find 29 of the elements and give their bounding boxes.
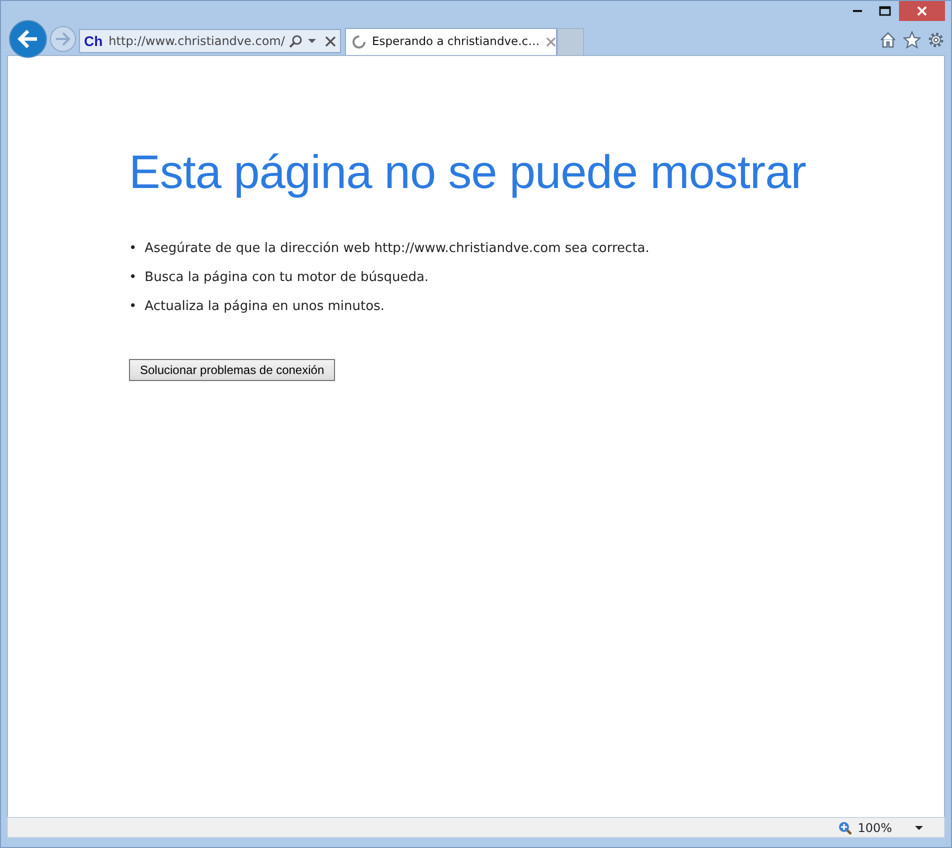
favorites-star-icon[interactable] xyxy=(903,31,921,49)
settings-icon[interactable] xyxy=(927,31,945,49)
forward-arrow-icon xyxy=(55,32,71,46)
zoom-level[interactable]: 100% xyxy=(858,818,892,836)
suggestion-text: Actualiza la página en unos minutos. xyxy=(144,298,384,316)
minimize-icon xyxy=(852,10,862,12)
search-icon[interactable] xyxy=(289,34,303,48)
close-tab-icon[interactable] xyxy=(546,37,556,47)
back-button[interactable] xyxy=(9,20,47,58)
error-heading: Esta página no se puede mostrar xyxy=(129,144,807,200)
suggestion-text: Busca la página con tu motor de búsqueda. xyxy=(144,269,429,288)
stop-icon[interactable] xyxy=(325,36,336,46)
home-icon[interactable] xyxy=(879,31,897,49)
url-text: http://www.christiandve.com/ xyxy=(108,33,286,50)
close-button[interactable] xyxy=(899,1,945,21)
dropdown-icon[interactable] xyxy=(914,824,924,832)
close-icon xyxy=(917,6,927,16)
maximize-icon xyxy=(879,6,891,16)
zoom-icon[interactable] xyxy=(838,820,852,834)
site-favicon: Ch xyxy=(84,32,103,50)
troubleshoot-button[interactable]: Solucionar problemas de conexión xyxy=(129,359,336,382)
dropdown-icon[interactable] xyxy=(307,37,317,45)
browser-tab[interactable]: Esperando a christiandve.c… xyxy=(345,28,557,55)
bullet: • xyxy=(129,298,137,316)
address-bar[interactable]: Ch http://www.christiandve.com/ xyxy=(79,29,341,53)
suggestion-text: Asegúrate de que la dirección web http://www.christiandve.com sea correcta. xyxy=(144,240,650,258)
bullet: • xyxy=(129,240,137,258)
back-arrow-icon xyxy=(17,29,39,49)
bullet: • xyxy=(129,269,137,288)
